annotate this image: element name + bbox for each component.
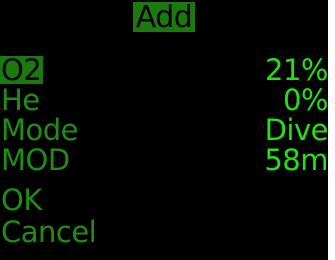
cancel-button[interactable]: Cancel — [0, 215, 98, 249]
mod-value: 58m — [264, 143, 328, 177]
menu-item-o2[interactable]: O2 — [0, 53, 44, 87]
dive-computer-screen: Add O2 21% He 0% Mode Dive MOD 58m OK Ca… — [0, 0, 328, 260]
screen-title: Add — [132, 2, 196, 33]
menu-item-label: Cancel — [1, 215, 97, 249]
menu-item-label: MOD — [1, 143, 70, 177]
menu-item-mod[interactable]: MOD — [0, 143, 72, 177]
he-value: 0% — [282, 83, 328, 117]
mode-value: Dive — [264, 113, 328, 147]
menu-item-label: He — [1, 83, 40, 117]
menu-item-label: Mode — [1, 113, 79, 147]
menu-item-label: OK — [1, 183, 42, 217]
o2-value: 21% — [265, 53, 328, 87]
menu-item-he[interactable]: He — [0, 83, 42, 117]
ok-button[interactable]: OK — [0, 183, 44, 217]
title-bar: Add — [0, 2, 328, 33]
menu-item-mode[interactable]: Mode — [0, 113, 80, 147]
menu-item-label: O2 — [1, 53, 42, 87]
